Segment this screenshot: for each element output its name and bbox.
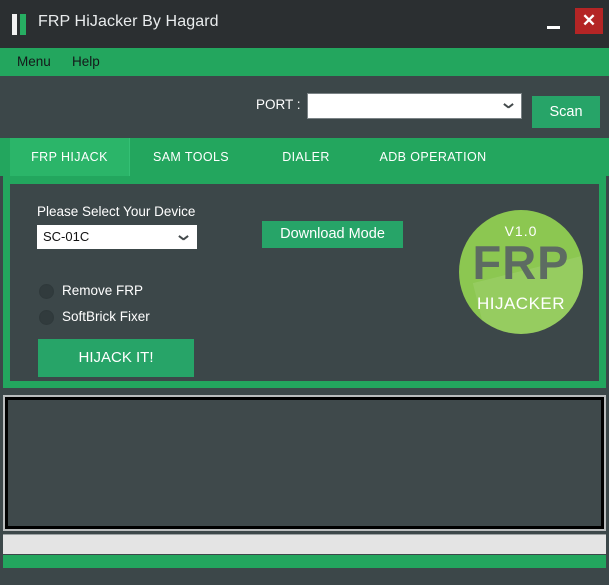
title-bar: FRP HiJacker By Hagard ✕: [0, 0, 609, 48]
device-select-label: Please Select Your Device: [37, 204, 196, 219]
tab-frp-hijack[interactable]: FRP HIJACK: [10, 138, 130, 176]
menu-item-menu[interactable]: Menu: [13, 53, 55, 70]
close-button[interactable]: ✕: [575, 8, 603, 34]
radio-softbrick-fixer-label: SoftBrick Fixer: [62, 309, 150, 324]
tab-dialer[interactable]: DIALER: [256, 138, 356, 176]
app-bars-icon: [12, 14, 28, 35]
scan-button[interactable]: Scan: [532, 96, 600, 128]
minimize-button[interactable]: [541, 12, 567, 36]
hijack-it-button[interactable]: HIJACK IT!: [38, 339, 194, 377]
chevron-down-icon: [504, 103, 513, 109]
log-output-border: [5, 397, 604, 529]
logo-sub-text: HIJACKER: [476, 294, 566, 313]
progress-bar: [3, 534, 606, 554]
radio-indicator-icon: [39, 284, 54, 299]
logo-main-text: FRP: [472, 236, 570, 289]
tab-strip: FRP HIJACK SAM TOOLS DIALER ADB OPERATIO…: [0, 138, 609, 176]
device-select-value: SC-01C: [43, 229, 90, 244]
log-output[interactable]: [8, 400, 601, 526]
download-mode-button[interactable]: Download Mode: [262, 221, 403, 248]
chevron-down-icon: [179, 235, 188, 241]
menu-bar: Menu Help: [0, 48, 609, 76]
application-window: FRP HiJacker By Hagard ✕ Menu Help PORT …: [0, 0, 609, 585]
tab-panel-content: Please Select Your Device SC-01C Remove …: [10, 184, 599, 381]
frp-hijacker-logo: V1.0 FRP HIJACKER: [459, 210, 583, 334]
tab-panel-frp-hijack: Please Select Your Device SC-01C Remove …: [3, 176, 606, 388]
radio-indicator-icon: [39, 310, 54, 325]
tab-sam-tools[interactable]: SAM TOOLS: [130, 138, 252, 176]
menu-item-help[interactable]: Help: [68, 53, 104, 70]
port-row: PORT :: [0, 76, 609, 138]
device-select[interactable]: SC-01C: [37, 225, 197, 249]
port-select[interactable]: [307, 93, 522, 119]
tab-adb-operation[interactable]: ADB OPERATION: [358, 138, 508, 176]
port-label: PORT :: [256, 97, 301, 112]
radio-remove-frp-label: Remove FRP: [62, 283, 144, 298]
window-title: FRP HiJacker By Hagard: [38, 13, 219, 30]
status-bar: [3, 555, 606, 568]
log-output-frame: [3, 395, 606, 531]
